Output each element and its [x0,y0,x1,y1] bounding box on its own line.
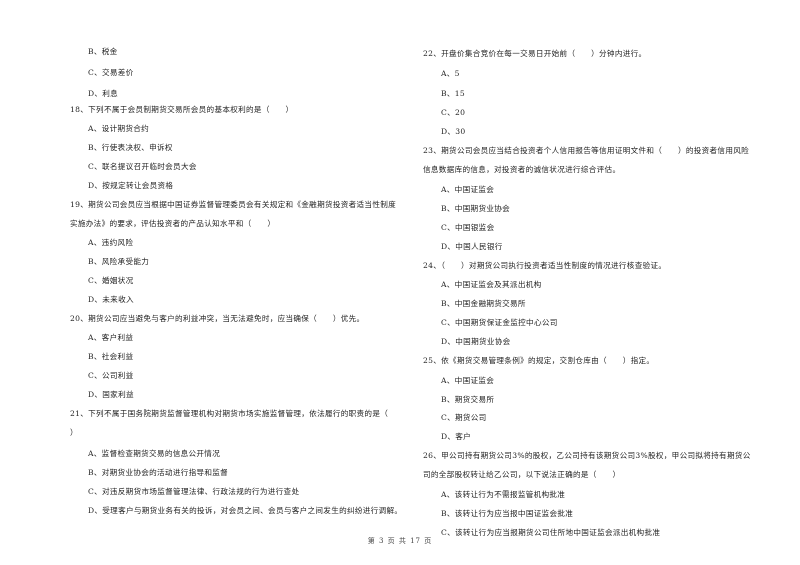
option-line: A、中国证监会 [441,376,495,385]
option-line: B、该转让行为应当报中国证监会批准 [441,509,574,518]
question-19: 19、期货公司会员应当根据中国证券监督管理委员会有关规定和《金融期货投资者适当性… [70,200,397,209]
question-23-cont: 信息数据库的信息，对投资者的诚信状况进行综合评估。 [423,165,621,174]
option-line: A、违约风险 [88,238,134,247]
option-line: D、国家利益 [88,390,134,399]
option-line: D、利息 [88,89,119,98]
option-line: B、风险承受能力 [88,257,150,266]
option-line: B、税金 [88,47,118,56]
option-line: A、中国证监会 [441,185,495,194]
option-line: C、交易差价 [88,68,134,77]
question-24: 24、（ ）对期货公司执行投资者适当性制度的情况进行核查验证。 [423,261,667,270]
option-line: C、期货公司 [441,413,487,422]
option-line: B、中国金融期货交易所 [441,299,526,308]
option-line: D、未来收入 [88,295,134,304]
option-line: B、15 [441,89,466,98]
option-line: D、按规定转让会员资格 [88,181,174,190]
option-line: C、婚姻状况 [88,276,134,285]
option-line: D、中国人民银行 [441,242,503,251]
option-line: B、社会利益 [88,352,134,361]
option-line: A、中国证监会及其派出机构 [441,280,542,289]
option-line: C、中国期货保证金监控中心公司 [441,318,558,327]
option-line: A、监督检查期货交易的信息公开情况 [88,449,221,458]
option-line: B、行使表决权、申诉权 [88,143,173,152]
option-line: A、该转让行为不需报监管机构批准 [441,490,566,499]
option-line: B、对期货业协会的活动进行指导和监督 [88,468,229,477]
option-line: D、受理客户与期货业务有关的投诉，对会员之间、会员与客户之间发生的纠纷进行调解。 [88,506,403,515]
option-line: C、公司利益 [88,371,134,380]
option-line: C、中国银监会 [441,223,495,232]
question-22: 22、开盘价集合竞价在每一交易日开始前（ ）分钟内进行。 [423,49,647,58]
question-21-cont: ） [70,428,78,437]
question-25: 25、依《期货交易管理条例》的规定，交割仓库由（ ）指定。 [423,356,655,365]
option-line: D、中国期货业协会 [441,337,511,346]
question-20: 20、期货公司应当避免与客户的利益冲突，当无法避免时，应当确保（ ）优先。 [70,314,365,323]
option-line: D、30 [441,127,466,136]
option-line: C、20 [441,108,466,117]
page-number: 第 3 页 共 17 页 [367,537,433,545]
option-line: C、对违反期货市场监督管理法律、行政法规的行为进行查处 [88,487,300,496]
option-line: C、联名提议召开临时会员大会 [88,162,197,171]
option-line: B、期货交易所 [441,395,495,404]
question-23: 23、期货公司会员应当结合投资者个人信用报告等信用证明文件和（ ）的投资者信用风… [423,146,750,155]
option-line: A、设计期货合约 [88,124,150,133]
option-line: A、客户利益 [88,333,134,342]
option-line: A、5 [441,69,460,78]
question-19-cont: 实施办法》的要求，评估投资者的产品认知水平和（ ） [70,219,276,228]
question-18: 18、下列不属于会员制期货交易所会员的基本权利的是（ ） [70,105,294,114]
option-line: D、客户 [441,432,472,441]
question-26-cont: 司的全部股权转让给乙公司，以下说法正确的是（ ） [423,470,621,479]
option-line: B、中国期货业协会 [441,204,511,213]
question-21: 21、下列不属于国务院期货监督管理机构对期货市场实施监督管理，依法履行的职责的是… [70,409,389,418]
question-26: 26、甲公司持有期货公司3%的股权，乙公司持有该期货公司3%股权，甲公司拟将持有… [423,451,751,460]
